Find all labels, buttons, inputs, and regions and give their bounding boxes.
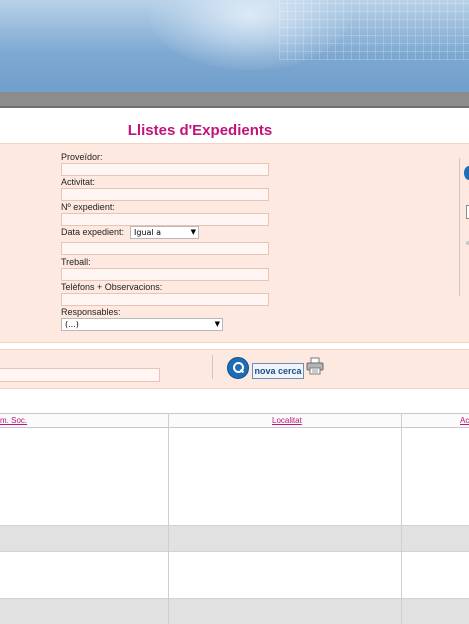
column-header-activitat[interactable]: Ac (460, 414, 469, 427)
treball-input[interactable] (61, 268, 269, 281)
data-expedient-label: Data expedient: (61, 227, 125, 237)
proveidor-input[interactable] (61, 163, 269, 176)
search-icon[interactable] (227, 357, 249, 379)
info-button-icon[interactable] (464, 166, 469, 180)
num-expedient-label: Nº expedient: (61, 202, 115, 212)
telefons-label: Telèfons + Observacions: (61, 282, 163, 292)
panel-divider (459, 158, 460, 296)
page-title: Llistes d'Expedients (127, 122, 273, 139)
nav-bar (0, 92, 469, 108)
column-header-localitat[interactable]: Localitat (272, 414, 302, 427)
chevron-down-icon: ▼ (190, 228, 196, 236)
activitat-label: Activitat: (61, 177, 96, 187)
printer-icon[interactable] (306, 357, 324, 375)
table-row[interactable] (0, 551, 469, 598)
responsables-select[interactable]: (...) ▼ (61, 318, 223, 331)
activitat-input[interactable] (61, 188, 269, 201)
banner-pattern (279, 0, 469, 60)
row-divider (0, 551, 469, 552)
responsables-value: (...) (65, 320, 79, 329)
column-header-nom-soc[interactable]: m. Soc. (0, 414, 27, 427)
data-operator-select[interactable]: Igual a ▼ (130, 226, 199, 239)
table-row[interactable] (0, 427, 469, 525)
chevron-down-icon: ▼ (214, 320, 220, 328)
table-header: m. Soc. Localitat Ac (0, 413, 469, 428)
treball-label: Treball: (61, 257, 91, 267)
num-expedient-input[interactable] (61, 213, 269, 226)
responsables-label: Responsables: (61, 307, 121, 317)
search-input[interactable] (0, 368, 160, 382)
row-divider (0, 525, 469, 526)
row-divider (0, 598, 469, 599)
search-divider (212, 355, 213, 379)
table-row[interactable] (0, 525, 469, 551)
data-operator-value: Igual a (134, 228, 162, 237)
column-divider (401, 413, 402, 624)
data-expedient-input[interactable] (61, 242, 269, 255)
nova-cerca-button[interactable]: nova cerca (252, 363, 304, 379)
telefons-input[interactable] (61, 293, 269, 306)
table-row[interactable] (0, 598, 469, 624)
column-divider (168, 413, 169, 624)
header-banner (0, 0, 469, 92)
proveidor-label: Proveïdor: (61, 152, 103, 162)
